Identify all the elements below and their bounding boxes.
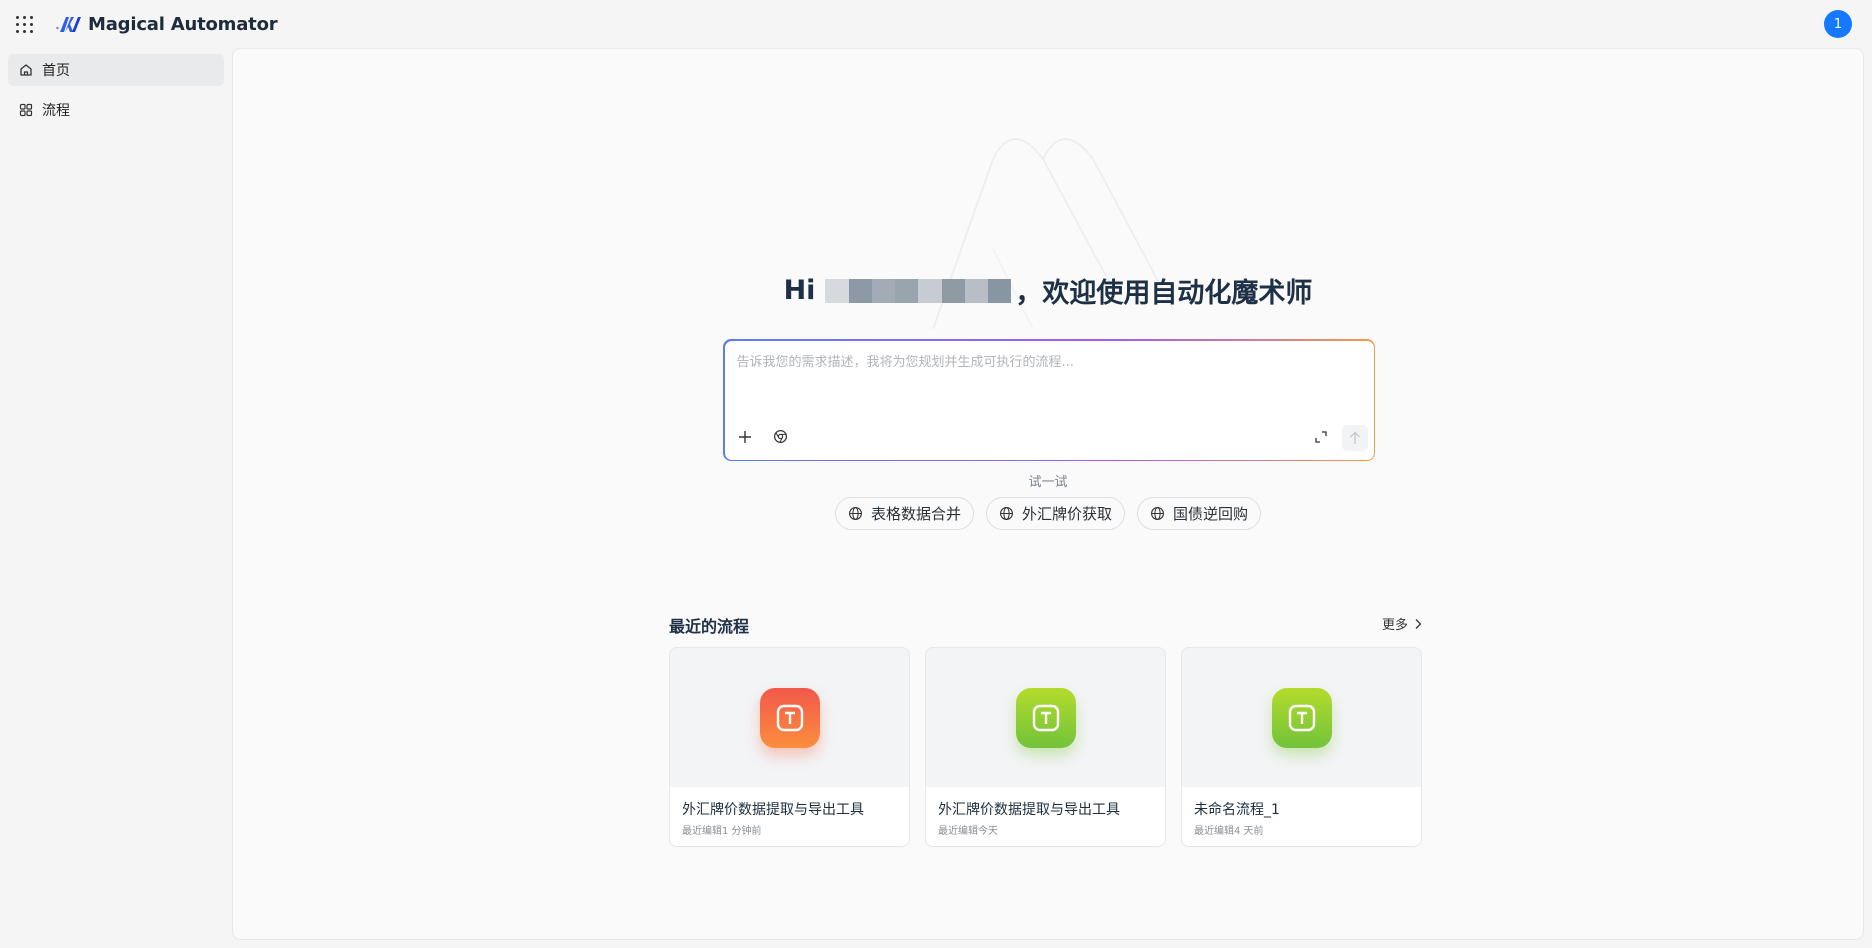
flow-card-preview (670, 648, 909, 787)
home-icon (18, 62, 34, 78)
more-link[interactable]: 更多 (1382, 614, 1422, 633)
sidebar-item-flows[interactable]: 流程 (8, 94, 224, 126)
suggestion-label: 表格数据合并 (870, 505, 961, 523)
flow-card-title: 未命名流程_1 (1194, 802, 1280, 818)
flow-card-subtitle: 最近编辑今天 (938, 826, 998, 837)
chevron-right-icon (1415, 618, 1422, 629)
try-label: 试一试 (1028, 475, 1068, 490)
suggestion-chip[interactable]: 国债逆回购 (1137, 497, 1262, 530)
app-logo[interactable]: Magical Automator (54, 12, 278, 36)
magical-automator-logo-icon (56, 17, 81, 32)
expand-button[interactable] (1309, 425, 1333, 449)
flow-card-preview (926, 648, 1165, 787)
grid-icon (18, 102, 34, 118)
main-panel: Hi ，欢迎使用自动化魔术师 试一试 表格数据合并 (232, 48, 1864, 940)
suggestion-label: 国债逆回购 (1173, 505, 1249, 523)
text-flow-icon (1015, 687, 1076, 748)
add-button[interactable] (733, 425, 757, 449)
recent-flows-title: 最近的流程 (669, 617, 750, 636)
prompt-input[interactable] (736, 350, 1357, 411)
browser-button[interactable] (769, 425, 793, 449)
send-button[interactable] (1341, 424, 1368, 451)
flow-card-title: 外汇牌价数据提取与导出工具 (682, 802, 864, 818)
plus-icon (738, 430, 751, 443)
greeting-heading: Hi ，欢迎使用自动化魔术师 (233, 271, 1863, 310)
sidebar-item-label: 流程 (42, 103, 70, 119)
expand-icon (1314, 430, 1327, 443)
greeting-suffix: ，欢迎使用自动化魔术师 (1015, 278, 1313, 309)
suggestion-chip[interactable]: 表格数据合并 (834, 497, 974, 530)
recent-flows-list: 外汇牌价数据提取与导出工具 最近编辑1 分钟前 外汇牌价数据提取与导出工具 最近… (669, 647, 1422, 847)
flow-card[interactable]: 外汇牌价数据提取与导出工具 最近编辑今天 (925, 647, 1166, 847)
app-name: Magical Automator (88, 13, 278, 35)
chrome-icon (773, 429, 788, 444)
suggestion-label: 外汇牌价获取 (1021, 505, 1112, 523)
arrow-up-icon (1349, 431, 1360, 444)
prompt-box (723, 339, 1375, 461)
flow-card[interactable]: 外汇牌价数据提取与导出工具 最近编辑1 分钟前 (669, 647, 910, 847)
sidebar-item-label: 首页 (42, 63, 70, 79)
text-flow-icon (759, 687, 820, 748)
flow-card[interactable]: 未命名流程_1 最近编辑4 天前 (1181, 647, 1422, 847)
flow-card-subtitle: 最近编辑1 分钟前 (682, 826, 762, 837)
sidebar: 首页 流程 (0, 48, 232, 948)
apps-grid-icon[interactable] (14, 14, 34, 34)
user-avatar[interactable]: 1 (1824, 10, 1852, 38)
globe-icon (1000, 507, 1013, 520)
flow-card-subtitle: 最近编辑4 天前 (1194, 826, 1264, 837)
top-bar: Magical Automator 1 (0, 0, 1872, 48)
suggestion-chips: 表格数据合并 外汇牌价获取 国债逆回购 (233, 497, 1863, 530)
more-label: 更多 (1382, 618, 1409, 633)
suggestion-chip[interactable]: 外汇牌价获取 (985, 497, 1125, 530)
globe-icon (1151, 507, 1164, 520)
redacted-username (825, 278, 1012, 303)
flow-card-title: 外汇牌价数据提取与导出工具 (938, 802, 1120, 818)
flow-card-preview (1182, 648, 1421, 787)
sidebar-item-home[interactable]: 首页 (8, 54, 224, 86)
globe-icon (848, 507, 862, 520)
greeting-prefix: Hi (783, 275, 816, 306)
text-flow-icon (1271, 687, 1332, 748)
